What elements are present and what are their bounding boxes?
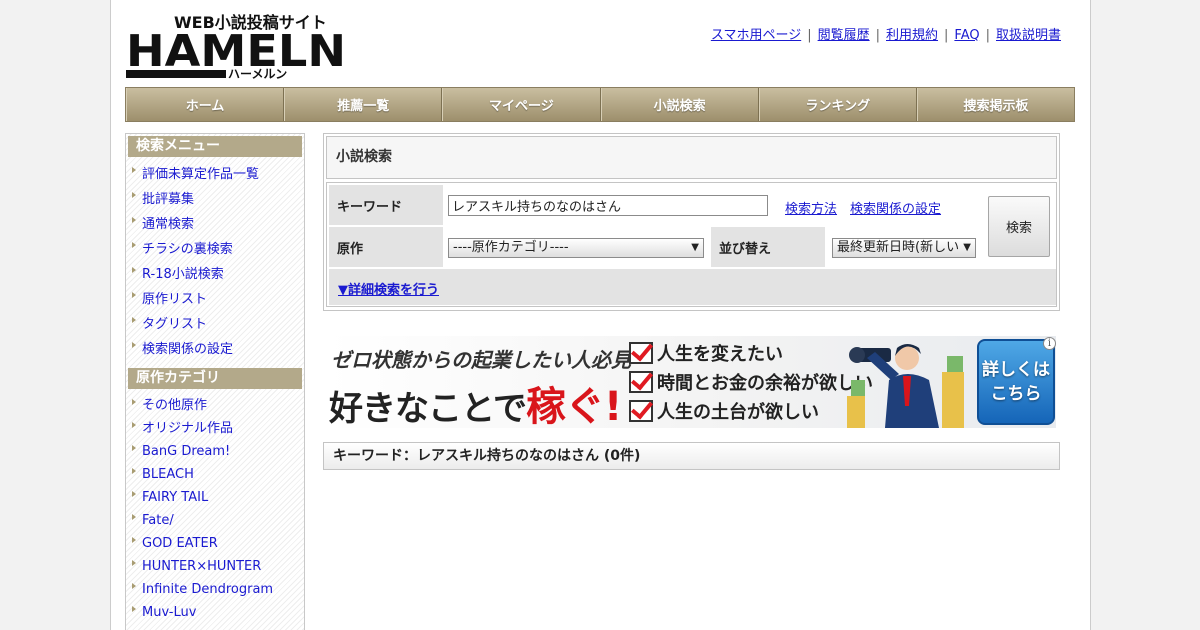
sidebar-item-normal-search[interactable]: 通常検索 [128,212,302,237]
category-item[interactable]: その他原作 [128,394,302,417]
sidebar-item-original-list[interactable]: 原作リスト [128,287,302,312]
nav-ranking[interactable]: ランキング [758,88,917,121]
sort-select-value: 最終更新日時(新しい [837,240,960,255]
nav-search-board[interactable]: 捜索掲示板 [916,88,1074,121]
nav-recommendations[interactable]: 推薦一覧 [284,88,443,121]
dropdown-arrow-icon: ▼ [691,242,699,253]
businessman-telescope-icon [847,344,964,428]
nav-home[interactable]: ホーム [126,88,285,121]
original-label: 原作 [329,227,443,267]
search-settings-link[interactable]: 検索関係の設定 [850,198,941,217]
detail-search-link[interactable]: ▼詳細検索を行う [338,279,439,298]
link-smartphone[interactable]: スマホ用ページ [711,28,801,43]
banner-slogan-red: 稼ぐ! [525,384,622,428]
keyword-input[interactable] [448,195,768,216]
info-icon[interactable]: i [1043,337,1056,350]
search-menu-list: 評価未算定作品一覧 批評募集 通常検索 チラシの裏検索 R-18小説検索 原作リ… [128,162,302,362]
original-select[interactable]: ----原作カテゴリ---- ▼ [448,238,704,258]
search-form: キーワード 検索方法 検索関係の設定 原作 ----原作カテゴリ---- ▼ 並… [326,182,1057,307]
checkbox-icon [629,342,653,364]
sidebar-item-tag-list[interactable]: タグリスト [128,312,302,337]
category-item[interactable]: BanG Dream! [128,440,302,463]
original-select-value: ----原作カテゴリ---- [453,240,569,255]
sidebar-item-critique[interactable]: 批評募集 [128,187,302,212]
sidebar: 検索メニュー 評価未算定作品一覧 批評募集 通常検索 チラシの裏検索 R-18小… [125,133,305,630]
banner-headline: ゼロ状態からの起業したい人必見 [331,348,631,372]
category-item[interactable]: HUNTER×HUNTER [128,555,302,578]
category-title: 原作カテゴリ [128,368,302,389]
sidebar-item-unrated[interactable]: 評価未算定作品一覧 [128,162,302,187]
sidebar-item-r18-search[interactable]: R-18小説検索 [128,262,302,287]
category-list: その他原作 オリジナル作品 BanG Dream! BLEACH FAIRY T… [128,394,302,624]
ad-banner[interactable]: ゼロ状態からの起業したい人必見 好きなことで稼ぐ! 人生を変えたい 時間とお金の… [327,336,1056,428]
link-faq[interactable]: FAQ [954,28,979,43]
banner-details-button[interactable]: 詳しくは こちら [977,339,1055,425]
nav-mypage[interactable]: マイページ [442,88,601,121]
logo-kana-text: ハーメルン [228,67,287,80]
category-item[interactable]: Fate/ [128,509,302,532]
category-item[interactable]: GOD EATER [128,532,302,555]
link-history[interactable]: 閲覧履歴 [818,28,870,43]
sort-select[interactable]: 最終更新日時(新しい ▼ [832,238,976,258]
hameln-logo[interactable]: WEB小説投稿サイト HAMELN ハーメルン [126,10,346,80]
page: WEB小説投稿サイト HAMELN ハーメルン スマホ用ページ | 閲覧履歴 | 利用規… [110,0,1091,630]
link-manual[interactable]: 取扱説明書 [996,28,1061,43]
category-item[interactable]: BLEACH [128,463,302,486]
banner-check-item: 人生の土台が欲しい [629,398,819,424]
search-button[interactable]: 検索 [988,196,1050,257]
checkbox-icon [629,371,653,393]
banner-slogan: 好きなことで稼ぐ! [329,384,622,428]
detail-search-row: ▼詳細検索を行う [329,269,1056,305]
search-title: 小説検索 [326,136,1057,179]
category-item[interactable]: Infinite Dendrogram [128,578,302,601]
search-panel: 小説検索 キーワード 検索方法 検索関係の設定 原作 ----原作カテゴリ---… [323,133,1060,311]
search-method-link[interactable]: 検索方法 [785,198,837,217]
link-terms[interactable]: 利用規約 [886,28,938,43]
category-item[interactable]: FAIRY TAIL [128,486,302,509]
banner-check-item: 時間とお金の余裕が欲しい [629,369,873,395]
sidebar-item-search-settings[interactable]: 検索関係の設定 [128,337,302,362]
search-result-header: キーワード：レアスキル持ちのなのはさん (0件) [323,442,1060,470]
search-menu-title: 検索メニュー [128,136,302,157]
sort-label: 並び替え [711,227,825,267]
main-nav: ホーム 推薦一覧 マイページ 小説検索 ランキング 捜索掲示板 [125,87,1075,122]
top-links: スマホ用ページ | 閲覧履歴 | 利用規約 | FAQ | 取扱説明書 [710,28,1061,43]
logo-bar [126,70,226,78]
dropdown-arrow-icon: ▼ [963,242,971,253]
nav-novel-search[interactable]: 小説検索 [600,88,759,121]
sidebar-item-flyer-search[interactable]: チラシの裏検索 [128,237,302,262]
keyword-label: キーワード [329,185,443,225]
category-item[interactable]: Muv-Luv [128,601,302,624]
banner-check-item: 人生を変えたい [629,340,783,366]
checkbox-icon [629,400,653,422]
category-item[interactable]: オリジナル作品 [128,417,302,440]
